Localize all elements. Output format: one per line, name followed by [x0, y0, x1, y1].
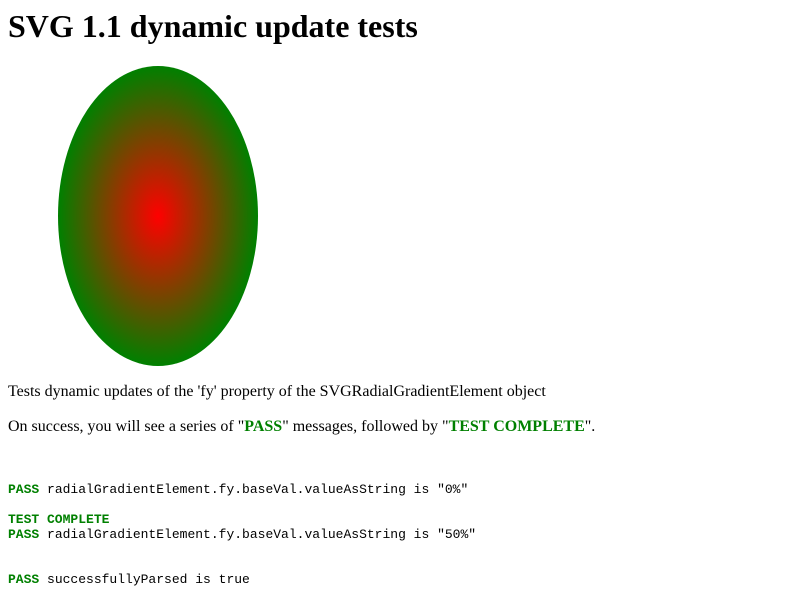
- console-line: PASS radialGradientElement.fy.baseVal.va…: [8, 527, 476, 542]
- instructions-complete-word: TEST COMPLETE: [448, 418, 585, 435]
- test-instructions: On success, you will see a series of "PA…: [8, 417, 595, 437]
- console-status: PASS: [8, 572, 40, 587]
- test-svg-canvas: [58, 66, 258, 366]
- test-graphic: [8, 66, 308, 366]
- gradient-ellipse: [58, 66, 258, 366]
- instructions-prefix: On success, you will see a series of ": [8, 418, 245, 435]
- instructions-pass-word: PASS: [244, 418, 283, 435]
- console-status: PASS: [8, 482, 40, 497]
- console-line: PASS successfullyParsed is true: [8, 572, 476, 587]
- page-title: SVG 1.1 dynamic update tests: [8, 8, 418, 44]
- instructions-suffix: ".: [584, 418, 596, 435]
- console-message: radialGradientElement.fy.baseVal.valueAs…: [39, 527, 477, 542]
- console-line: PASS radialGradientElement.fy.baseVal.va…: [8, 482, 476, 497]
- console-status: PASS: [8, 527, 40, 542]
- test-description: Tests dynamic updates of the 'fy' proper…: [8, 383, 546, 400]
- console-message: radialGradientElement.fy.baseVal.valueAs…: [39, 482, 469, 497]
- console-message: successfullyParsed is true: [39, 572, 250, 587]
- test-complete-message: TEST COMPLETE: [8, 512, 110, 527]
- instructions-middle: " messages, followed by ": [282, 418, 449, 435]
